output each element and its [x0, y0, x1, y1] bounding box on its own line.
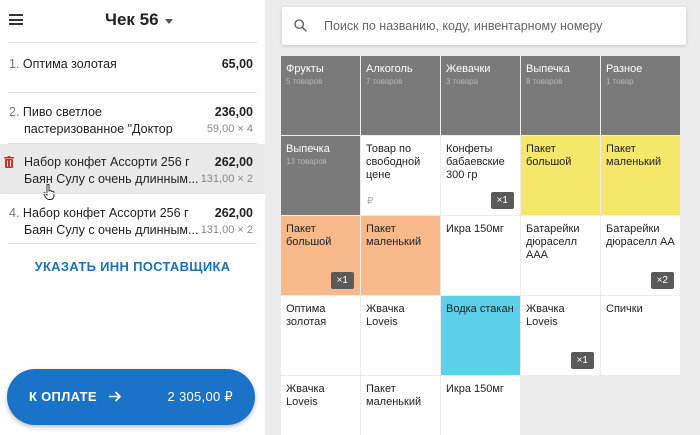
item-total: 262,00	[214, 155, 253, 169]
tile-count: 7 товаров	[366, 77, 403, 86]
tile-name: Алкоголь	[366, 63, 413, 75]
divider	[8, 243, 257, 244]
item-name-line2: Баян Сулу с очень длинным...	[24, 223, 199, 237]
tile-name: Пакет большой	[286, 223, 332, 248]
tile-name: Жвачка Loveis	[526, 303, 565, 328]
item-name: Набор конфет Ассорти 256 г	[24, 155, 190, 169]
pay-button-label: К ОПЛАТЕ	[29, 389, 97, 404]
tile-count: 1 товар	[606, 77, 634, 86]
item-name-line2: пастеризованное "Доктор	[24, 122, 173, 136]
product-tile[interactable]: Пакет маленький	[361, 376, 440, 435]
product-tile[interactable]: Пакет маленький	[601, 136, 680, 215]
product-tile[interactable]: Икра 150мг	[441, 376, 520, 435]
tile-name: Выпечка	[526, 63, 570, 75]
category-tile[interactable]: Выпечка 8 товаров	[521, 56, 600, 135]
tile-name: Жвачка Loveis	[366, 303, 405, 328]
tile-count: 3 товара	[446, 77, 479, 86]
receipt-panel: Чек 56 1. Оптима золотая 65,00 2. Пиво с…	[0, 0, 265, 435]
product-tile[interactable]: Жвачка Loveis	[361, 296, 440, 375]
tile-count: 13 товаров	[286, 157, 327, 166]
receipt-item-selected[interactable]: Набор конфет Ассорти 256 г Баян Сулу с о…	[0, 144, 265, 200]
tile-name: Икра 150мг	[446, 223, 504, 235]
tile-name: Водка стакан	[446, 303, 514, 315]
tile-count: 8 товаров	[526, 77, 563, 86]
receipt-item[interactable]: 4. Набор конфет Ассорти 256 г Баян Сулу …	[0, 194, 265, 244]
item-calc: 59,00 × 4	[206, 123, 253, 135]
tile-name: Батарейки дюраселл ААА	[526, 223, 580, 261]
menu-icon[interactable]	[9, 14, 23, 25]
tile-name: Разное	[606, 63, 643, 75]
receipt-item[interactable]: 2. Пиво светлое пастеризованное "Доктор …	[0, 93, 265, 144]
search-bar[interactable]	[282, 7, 686, 45]
category-tile[interactable]: Жевачки 3 товара	[441, 56, 520, 135]
tile-name: Оптима золотая	[286, 303, 327, 328]
product-tile[interactable]: Товар по свободной цене ₽	[361, 136, 440, 215]
quantity-badge: ×1	[490, 192, 514, 209]
item-name: Пиво светлое	[22, 105, 102, 119]
product-tile[interactable]: Жвачка Loveis	[281, 376, 360, 435]
product-tile[interactable]: Батарейки дюраселл ААА	[521, 216, 600, 295]
product-tile[interactable]: Батарейки дюраселл АА ×2	[601, 216, 680, 295]
category-tile[interactable]: Выпечка 13 товаров	[281, 136, 360, 215]
quantity-badge: ×1	[330, 272, 354, 289]
product-tile[interactable]: Спички	[601, 296, 680, 375]
tile-name: Пакет маленький	[366, 383, 422, 408]
chevron-down-icon	[164, 18, 173, 24]
receipt-item[interactable]: 1. Оптима золотая 65,00	[0, 43, 265, 93]
product-tile[interactable]: Икра 150мг	[441, 216, 520, 295]
search-input[interactable]	[324, 16, 674, 36]
item-total: 65,00	[221, 57, 253, 71]
item-calc: 131,00 × 2	[200, 224, 253, 236]
tile-name: Жевачки	[446, 63, 491, 75]
tile-name: Жвачка Loveis	[286, 383, 325, 408]
catalog-panel: Фрукты 5 товаров Алкоголь 7 товаров Жевачки 3…	[265, 0, 700, 435]
item-number: 1.	[9, 57, 20, 71]
product-tile[interactable]: Жвачка Loveis ×1	[521, 296, 600, 375]
product-tile[interactable]: Конфеты бабаевские 300 гр ×1	[441, 136, 520, 215]
product-tile[interactable]: Оптима золотая	[281, 296, 360, 375]
receipt-title-text: Чек 56	[105, 10, 159, 29]
product-tile[interactable]: Пакет большой ×1	[281, 216, 360, 295]
product-tile[interactable]: Пакет большой	[521, 136, 600, 215]
ruble-icon: ₽	[367, 196, 374, 207]
specify-supplier-inn-button[interactable]: УКАЗАТЬ ИНН ПОСТАВЩИКА	[0, 253, 265, 281]
tile-name: Конфеты бабаевские 300 гр	[446, 143, 505, 181]
quantity-badge: ×1	[570, 352, 594, 369]
tile-name: Батарейки дюраселл АА	[606, 223, 675, 248]
item-number: 2.	[9, 105, 20, 119]
item-name: Набор конфет Ассорти 256 г	[22, 206, 189, 220]
item-number: 4.	[9, 206, 20, 220]
tile-name: Икра 150мг	[446, 383, 504, 395]
receipt-title[interactable]: Чек 56	[105, 10, 173, 30]
pay-button[interactable]: К ОПЛАТЕ 2 305,00 ₽	[7, 369, 255, 425]
category-tile[interactable]: Алкоголь 7 товаров	[361, 56, 440, 135]
item-name: Оптима золотая	[22, 57, 117, 71]
quantity-badge: ×2	[650, 272, 674, 289]
tile-name: Выпечка	[286, 143, 330, 155]
category-tile[interactable]: Разное 1 товар	[601, 56, 680, 135]
pay-amount: 2 305,00 ₽	[167, 389, 233, 404]
tile-name: Фрукты	[286, 63, 324, 75]
arrow-right-icon	[109, 391, 122, 402]
item-total: 236,00	[214, 105, 253, 119]
tile-name: Пакет маленький	[366, 223, 422, 248]
search-icon	[294, 19, 307, 32]
tile-name: Спички	[606, 303, 643, 315]
category-tile[interactable]: Фрукты 5 товаров	[281, 56, 360, 135]
item-calc: 131,00 × 2	[200, 173, 253, 185]
item-total: 262,00	[214, 206, 253, 220]
product-tile[interactable]: Водка стакан	[441, 296, 520, 375]
product-tile[interactable]: Пакет маленький	[361, 216, 440, 295]
trash-icon[interactable]	[4, 156, 14, 168]
tile-count: 5 товаров	[286, 77, 323, 86]
tile-name: Товар по свободной цене	[366, 143, 421, 181]
tile-name: Пакет большой	[526, 143, 572, 168]
tile-name: Пакет маленький	[606, 143, 662, 168]
